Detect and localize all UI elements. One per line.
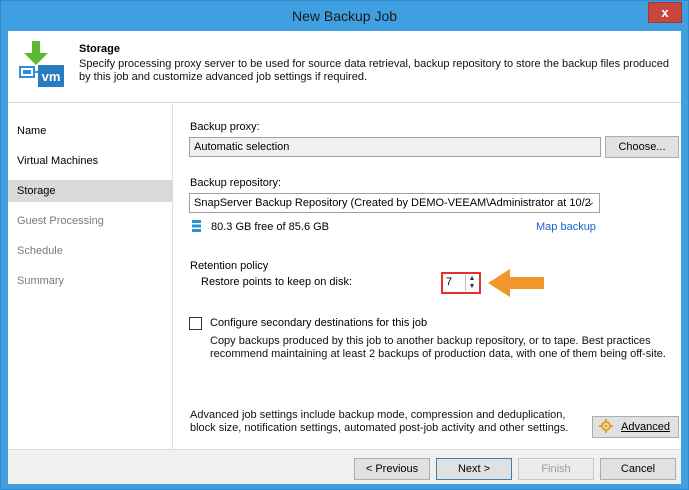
secondary-destinations-checkbox[interactable] — [189, 317, 202, 330]
title-bar[interactable]: New Backup Job x — [1, 1, 688, 31]
backup-repository-label: Backup repository: — [190, 177, 282, 189]
advanced-button[interactable]: Advanced — [592, 416, 679, 438]
next-button[interactable]: Next > — [436, 458, 512, 480]
step-guest-processing[interactable]: Guest Processing — [8, 210, 173, 232]
backup-proxy-label: Backup proxy: — [190, 121, 260, 133]
dialog-content: vm Storage Specify processing proxy serv… — [8, 31, 681, 484]
step-storage[interactable]: Storage — [8, 180, 173, 202]
vm-logo-text: vm — [42, 69, 61, 84]
window-title: New Backup Job — [291, 8, 398, 24]
choose-proxy-button[interactable]: Choose... — [605, 136, 679, 158]
close-button[interactable]: x — [648, 2, 682, 23]
page-description: Specify processing proxy server to be us… — [79, 58, 670, 83]
backup-repository-value: SnapServer Backup Repository (Created by… — [194, 197, 591, 209]
chevron-down-icon: ⌄ — [586, 197, 595, 208]
retention-policy-title: Retention policy — [190, 260, 269, 272]
step-name[interactable]: Name — [8, 120, 173, 142]
wizard-footer: < Previous Next > Finish Cancel — [8, 449, 681, 484]
storage-settings-panel: Backup proxy: Automatic selection Choose… — [182, 104, 681, 449]
dialog-window: New Backup Job x vm Storage Specify proc… — [0, 0, 689, 490]
step-schedule[interactable]: Schedule — [8, 240, 173, 262]
vm-storage-icon: vm — [16, 39, 68, 95]
restore-points-label: Restore points to keep on disk: — [201, 276, 353, 288]
restore-points-value: 7 — [446, 276, 453, 288]
map-backup-link[interactable]: Map backup — [536, 221, 596, 233]
finish-button[interactable]: Finish — [518, 458, 594, 480]
restore-points-stepper[interactable]: 7 ▲ ▼ — [441, 272, 481, 294]
page-title: Storage — [79, 43, 120, 55]
previous-button[interactable]: < Previous — [354, 458, 430, 480]
stepper-arrows-icon[interactable]: ▲ ▼ — [465, 275, 478, 291]
gear-icon — [599, 419, 613, 433]
secondary-destinations-label[interactable]: Configure secondary destinations for thi… — [210, 317, 427, 329]
advanced-settings-description: Advanced job settings include backup mod… — [190, 409, 569, 434]
database-icon — [192, 220, 201, 232]
step-summary[interactable]: Summary — [8, 270, 173, 292]
cancel-button[interactable]: Cancel — [600, 458, 676, 480]
wizard-header: vm Storage Specify processing proxy serv… — [8, 31, 681, 103]
secondary-destinations-description: Copy backups produced by this job to ano… — [210, 335, 666, 360]
backup-repository-select[interactable]: SnapServer Backup Repository (Created by… — [189, 193, 600, 213]
wizard-steps-sidebar: Name Virtual Machines Storage Guest Proc… — [8, 104, 173, 449]
arrow-pointer-icon — [488, 269, 544, 297]
advanced-button-label: Advanced — [621, 421, 670, 433]
repository-free-space: 80.3 GB free of 85.6 GB — [211, 221, 330, 233]
step-virtual-machines[interactable]: Virtual Machines — [8, 150, 173, 172]
backup-proxy-field[interactable]: Automatic selection — [189, 137, 601, 157]
